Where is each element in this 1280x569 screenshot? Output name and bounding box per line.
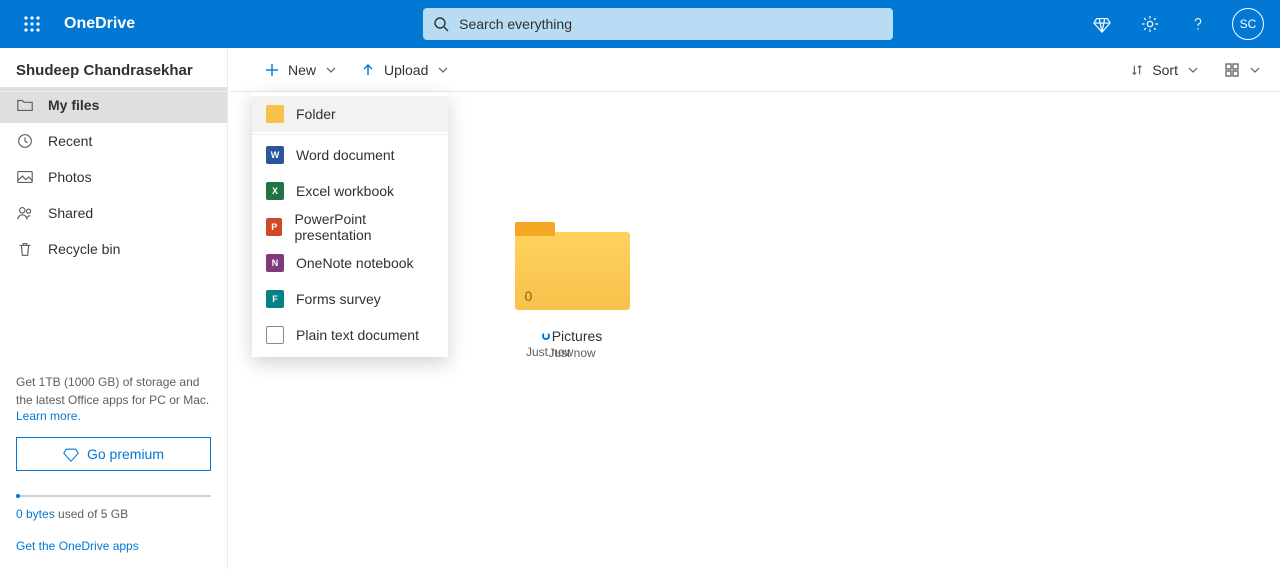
sidebar-nav: My files Recent Photos Shared Recycle bi… (0, 87, 227, 267)
spinner-icon (542, 332, 550, 340)
new-menu-folder[interactable]: Folder (252, 96, 448, 132)
new-menu-onenote[interactable]: N OneNote notebook (252, 245, 448, 281)
promo-text-1: Get 1TB (1000 GB) of storage and (16, 374, 211, 391)
app-launcher-button[interactable] (8, 0, 56, 48)
search-input[interactable] (459, 16, 883, 32)
sort-button[interactable]: Sort (1118, 48, 1210, 92)
sidebar-footer: Get 1TB (1000 GB) of storage and the lat… (0, 362, 227, 569)
new-label: New (288, 62, 316, 78)
command-bar: New Upload Sort (0, 48, 1280, 92)
go-premium-button[interactable]: Go premium (16, 437, 211, 471)
folder-icon: 0 (515, 232, 630, 310)
account-avatar[interactable]: SC (1232, 8, 1264, 40)
menu-item-label: PowerPoint presentation (294, 211, 434, 243)
sidebar-item-recent[interactable]: Recent (0, 123, 227, 159)
excel-icon: X (266, 182, 284, 200)
diamond-icon (1093, 15, 1111, 33)
clock-icon (16, 132, 34, 150)
grid-view-icon (1224, 62, 1240, 78)
new-menu-forms[interactable]: F Forms survey (252, 281, 448, 317)
people-icon (16, 204, 34, 222)
menu-item-label: Forms survey (296, 291, 381, 307)
new-dropdown-menu: Folder W Word document X Excel workbook … (252, 92, 448, 357)
photo-icon (16, 168, 34, 186)
sidebar-item-label: Photos (48, 169, 92, 185)
storage-bar (16, 495, 211, 497)
search-icon (433, 16, 449, 32)
sidebar-item-shared[interactable]: Shared (0, 195, 227, 231)
sidebar-item-my-files[interactable]: My files (0, 87, 227, 123)
sidebar-item-label: Recent (48, 133, 92, 149)
storage-total: used of 5 GB (55, 507, 128, 521)
diamond-icon (63, 446, 79, 462)
new-menu-powerpoint[interactable]: P PowerPoint presentation (252, 209, 448, 245)
premium-diamond-button[interactable] (1080, 0, 1124, 48)
menu-item-label: Plain text document (296, 327, 419, 343)
sidebar-item-label: Shared (48, 205, 93, 221)
folder-count: 0 (525, 288, 533, 304)
upload-icon (360, 62, 376, 78)
new-menu-text[interactable]: Plain text document (252, 317, 448, 353)
onenote-icon: N (266, 254, 284, 272)
forms-icon: F (266, 290, 284, 308)
tile-label: Pictures (552, 328, 603, 344)
plus-icon (264, 62, 280, 78)
sidebar: Shudeep Chandrasekhar My files Recent Ph… (0, 48, 228, 569)
gear-icon (1141, 15, 1159, 33)
go-premium-label: Go premium (87, 446, 164, 462)
chevron-down-icon (1250, 65, 1260, 75)
upload-button[interactable]: Upload (348, 48, 460, 92)
help-button[interactable] (1176, 0, 1220, 48)
chevron-down-icon (326, 65, 336, 75)
menu-item-label: Word document (296, 147, 395, 163)
sidebar-item-photos[interactable]: Photos (0, 159, 227, 195)
sort-label: Sort (1152, 62, 1178, 78)
folder-outline-icon (16, 96, 34, 114)
sidebar-item-label: My files (48, 97, 99, 113)
storage-used[interactable]: 0 bytes (16, 507, 55, 521)
menu-item-label: Folder (296, 106, 336, 122)
menu-item-label: OneNote notebook (296, 255, 414, 271)
new-menu-word[interactable]: W Word document (252, 137, 448, 173)
new-button[interactable]: New (252, 48, 348, 92)
promo-text-2: the latest Office apps for PC or Mac. (16, 392, 211, 409)
tile-pictures[interactable]: 0 Pictures Just now (502, 232, 642, 360)
get-apps-link[interactable]: Get the OneDrive apps (16, 539, 139, 553)
sidebar-item-recycle-bin[interactable]: Recycle bin (0, 231, 227, 267)
app-header: OneDrive SC (0, 0, 1280, 48)
powerpoint-icon: P (266, 218, 282, 236)
brand-title[interactable]: OneDrive (56, 15, 143, 33)
chevron-down-icon (1188, 65, 1198, 75)
upload-label: Upload (384, 62, 428, 78)
new-menu-excel[interactable]: X Excel workbook (252, 173, 448, 209)
menu-item-label: Excel workbook (296, 183, 394, 199)
view-toggle-button[interactable] (1216, 48, 1268, 92)
learn-more-link[interactable]: Learn more. (16, 409, 81, 423)
folder-icon (266, 105, 284, 123)
hidden-tile-timestamp: Just now (526, 345, 573, 359)
waffle-icon (24, 16, 40, 32)
settings-button[interactable] (1128, 0, 1172, 48)
trash-icon (16, 240, 34, 258)
search-box[interactable] (423, 8, 893, 40)
help-icon (1189, 15, 1207, 33)
sidebar-item-label: Recycle bin (48, 241, 120, 257)
storage-usage-text: 0 bytes used of 5 GB (16, 507, 211, 521)
sort-icon (1130, 63, 1144, 77)
text-file-icon (266, 326, 284, 344)
menu-divider (252, 134, 448, 135)
word-icon: W (266, 146, 284, 164)
chevron-down-icon (438, 65, 448, 75)
